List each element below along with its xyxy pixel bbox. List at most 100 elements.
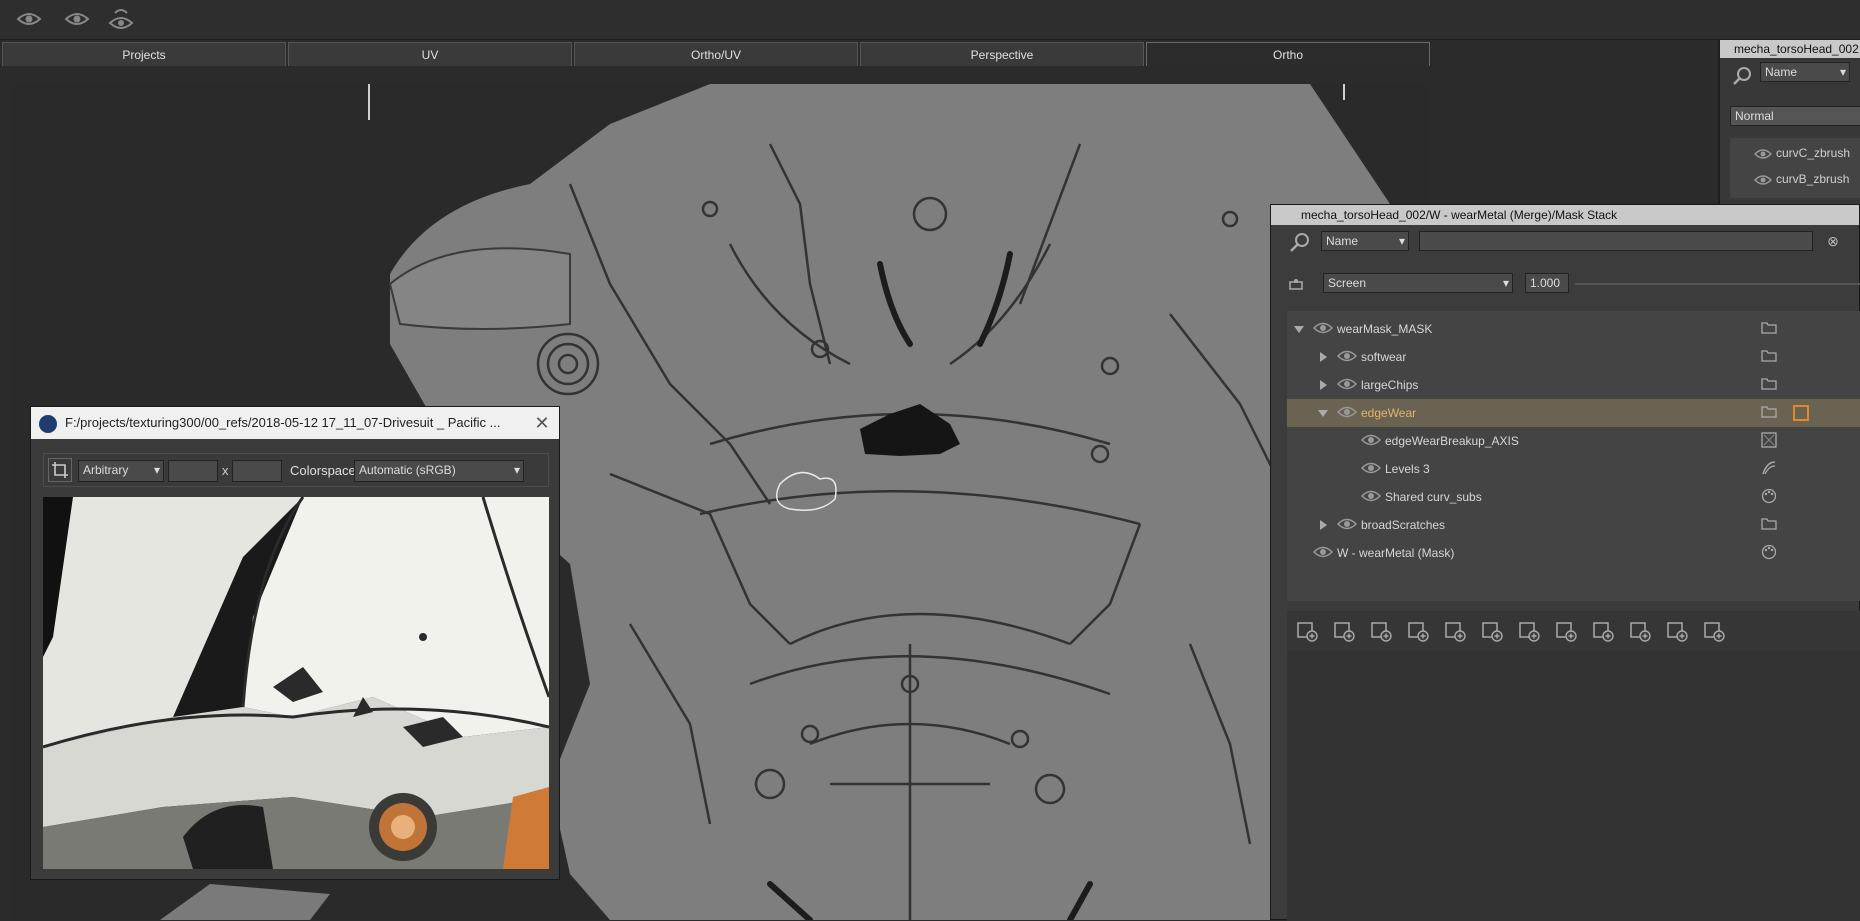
crop-mode-value: Arbitrary — [83, 463, 129, 477]
add-paint-layer-icon[interactable] — [1295, 619, 1319, 643]
filter-select[interactable]: Name ▾ — [1760, 62, 1850, 82]
mask-tree-row[interactable]: softwear — [1287, 343, 1860, 371]
eye-icon[interactable] — [1312, 545, 1334, 561]
eye-icon[interactable] — [14, 8, 44, 30]
mask-tree-label: largeChips — [1361, 378, 1419, 392]
remove-layer-icon[interactable] — [1591, 619, 1615, 643]
mask-stack-panel: mecha_torsoHead_002/W - wearMetal (Merge… — [1270, 204, 1860, 921]
mask-tree-label: edgeWearBreakup_AXIS — [1385, 434, 1519, 448]
add-group-layer-icon[interactable] — [1517, 619, 1541, 643]
chevron-down-icon: ▾ — [513, 463, 520, 477]
chevron-down-icon: ▾ — [153, 463, 160, 477]
colorspace-select[interactable]: Automatic (sRGB) ▾ — [354, 460, 524, 482]
layer-label: curvC_zbrush — [1776, 146, 1851, 160]
folder-icon — [1761, 320, 1779, 338]
search-icon[interactable] — [1289, 231, 1311, 258]
mask-tree-label: broadScratches — [1361, 518, 1446, 532]
expand-closed-icon[interactable] — [1317, 351, 1329, 363]
add-adjustment-layer-icon[interactable] — [1332, 619, 1356, 643]
levels-icon — [1761, 460, 1779, 478]
app-logo-icon — [39, 415, 57, 433]
mask-active-icon[interactable] — [1793, 405, 1809, 421]
mask-tree-label: W - wearMetal (Mask) — [1337, 546, 1455, 560]
blend-mode-value: Screen — [1328, 276, 1367, 290]
mask-stack-title: mecha_torsoHead_002/W - wearMetal (Merge… — [1271, 205, 1859, 225]
layer-list-icon[interactable] — [1628, 619, 1652, 643]
layer-item[interactable]: curvB_zbrush — [1753, 172, 1850, 186]
viewport-guide-line — [368, 84, 370, 120]
mask-filter-value: Name — [1326, 234, 1359, 248]
chevron-down-icon: ▾ — [1502, 276, 1509, 290]
expand-closed-icon[interactable] — [1317, 379, 1329, 391]
colorspace-label: Colorspace — [290, 463, 356, 478]
mask-tree-label: Shared curv_subs — [1385, 490, 1482, 504]
eye-icon[interactable] — [1360, 461, 1382, 477]
mask-tree-label: wearMask_MASK — [1337, 322, 1433, 336]
reference-photo — [43, 497, 549, 869]
tab-perspective[interactable]: Perspective — [860, 42, 1144, 66]
eye-icon[interactable] — [1360, 489, 1382, 505]
mask-properties-area — [1287, 651, 1860, 921]
eye-icon[interactable] — [1336, 517, 1358, 533]
mask-tree-row[interactable]: broadScratches — [1287, 511, 1860, 539]
mask-tree-row[interactable]: Levels 3 — [1287, 455, 1860, 483]
eye-icon[interactable] — [62, 8, 92, 30]
expand-closed-icon[interactable] — [1317, 519, 1329, 531]
add-procedural-layer-icon[interactable] — [1369, 619, 1393, 643]
eye-icon[interactable] — [1753, 174, 1773, 186]
layer-label: curvB_zbrush — [1776, 172, 1850, 186]
eye-icon[interactable] — [1753, 148, 1773, 160]
add-levels-layer-icon[interactable] — [1443, 619, 1467, 643]
reference-window-title: F:/projects/texturing300/00_refs/2018-05… — [31, 407, 559, 439]
crop-mode-select[interactable]: Arbitrary ▾ — [78, 460, 164, 482]
add-folder-layer-icon[interactable] — [1554, 619, 1578, 643]
blend-mode-select[interactable]: Screen ▾ — [1323, 273, 1513, 293]
close-icon[interactable]: ✕ — [531, 413, 553, 433]
mask-tree-row[interactable]: edgeWear — [1287, 399, 1860, 427]
eye-icon[interactable] — [1336, 405, 1358, 421]
mask-tree-label: softwear — [1361, 350, 1407, 364]
folder-icon — [1761, 348, 1779, 366]
mask-tree-row[interactable]: largeChips — [1287, 371, 1860, 399]
crop-height-input[interactable] — [232, 460, 282, 482]
layer-item[interactable]: curvC_zbrush — [1753, 146, 1851, 160]
chevron-down-icon: ▾ — [1839, 65, 1846, 79]
crop-icon[interactable] — [48, 458, 72, 482]
tab-ortho-uv[interactable]: Ortho/UV — [574, 42, 858, 66]
palette-icon — [1761, 544, 1779, 562]
grid-view-icon[interactable] — [1702, 619, 1726, 643]
eye-icon[interactable] — [1336, 349, 1358, 365]
add-texture-layer-icon[interactable] — [1480, 619, 1504, 643]
mask-tree-row[interactable]: wearMask_MASK — [1287, 315, 1860, 343]
opacity-input[interactable]: 1.000 — [1525, 273, 1569, 293]
reference-image-window: F:/projects/texturing300/00_refs/2018-05… — [30, 406, 560, 880]
expand-open-icon[interactable] — [1293, 323, 1305, 335]
eye-icon[interactable] — [1336, 377, 1358, 393]
tab-uv[interactable]: UV — [288, 42, 572, 66]
crop-width-input[interactable] — [168, 460, 218, 482]
close-icon[interactable]: ⊗ — [1823, 231, 1843, 251]
expand-open-icon[interactable] — [1317, 407, 1329, 419]
opacity-slider[interactable] — [1575, 283, 1860, 285]
top-toolbar — [0, 0, 1860, 40]
tab-projects[interactable]: Projects — [2, 42, 286, 66]
search-icon[interactable] — [1732, 66, 1752, 89]
eye-icon[interactable] — [1360, 433, 1382, 449]
mask-filter-select[interactable]: Name ▾ — [1321, 231, 1409, 251]
chevron-down-icon: ▾ — [1398, 234, 1405, 248]
filter-select-value: Name — [1765, 65, 1798, 79]
add-shared-layer-icon[interactable] — [1406, 619, 1430, 643]
mask-tree-label: edgeWear — [1361, 406, 1417, 420]
mask-search-input[interactable] — [1419, 231, 1813, 251]
blend-select[interactable]: Normal — [1730, 106, 1860, 126]
mask-tree-row[interactable]: Shared curv_subs — [1287, 483, 1860, 511]
delete-layer-icon[interactable] — [1665, 619, 1689, 643]
reference-toolbar: Arbitrary ▾ x Colorspace Automatic (sRGB)… — [43, 453, 549, 487]
eye-icon[interactable] — [1312, 321, 1334, 337]
mask-tree-row[interactable]: edgeWearBreakup_AXIS — [1287, 427, 1860, 455]
eye-cluster-icon[interactable] — [106, 8, 136, 30]
viewport-guide-line — [1343, 84, 1345, 100]
layer-panel-title: mecha_torsoHead_002 — [1720, 40, 1860, 58]
tab-ortho[interactable]: Ortho — [1146, 42, 1430, 66]
mask-tree-row[interactable]: W - wearMetal (Mask) — [1287, 539, 1860, 567]
